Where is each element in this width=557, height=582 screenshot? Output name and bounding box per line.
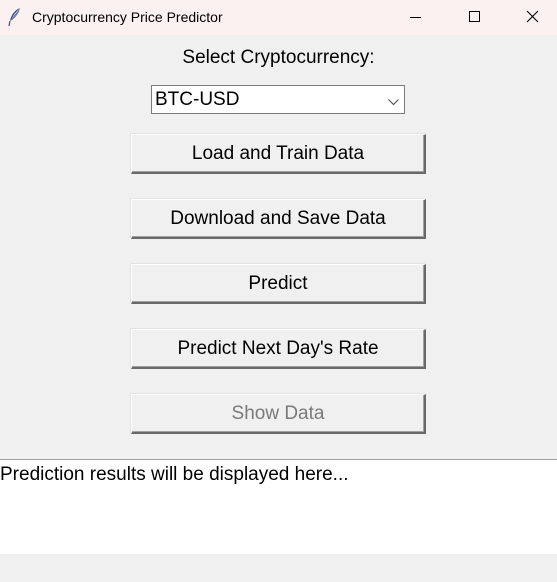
crypto-select-value: BTC-USD [155, 89, 240, 110]
close-icon [526, 10, 539, 23]
results-text: Prediction results will be displayed her… [0, 464, 349, 485]
load-and-train-button[interactable]: Load and Train Data [131, 134, 426, 174]
feather-icon [7, 7, 23, 27]
minimize-button[interactable] [392, 0, 438, 35]
results-textbox[interactable]: Prediction results will be displayed her… [0, 459, 557, 554]
close-button[interactable] [509, 0, 555, 35]
select-cryptocurrency-label: Select Cryptocurrency: [182, 47, 375, 68]
window-title: Cryptocurrency Price Predictor [32, 9, 223, 25]
minimize-icon [410, 17, 421, 18]
maximize-icon [469, 11, 480, 22]
title-bar[interactable]: Cryptocurrency Price Predictor [0, 0, 557, 35]
maximize-button[interactable] [451, 0, 497, 35]
chevron-down-icon[interactable] [387, 94, 400, 106]
crypto-select[interactable]: BTC-USD [151, 85, 405, 114]
download-and-save-button[interactable]: Download and Save Data [131, 199, 426, 239]
predict-button[interactable]: Predict [131, 264, 426, 304]
predict-next-day-button[interactable]: Predict Next Day's Rate [131, 329, 426, 369]
show-data-button[interactable]: Show Data [131, 394, 426, 434]
